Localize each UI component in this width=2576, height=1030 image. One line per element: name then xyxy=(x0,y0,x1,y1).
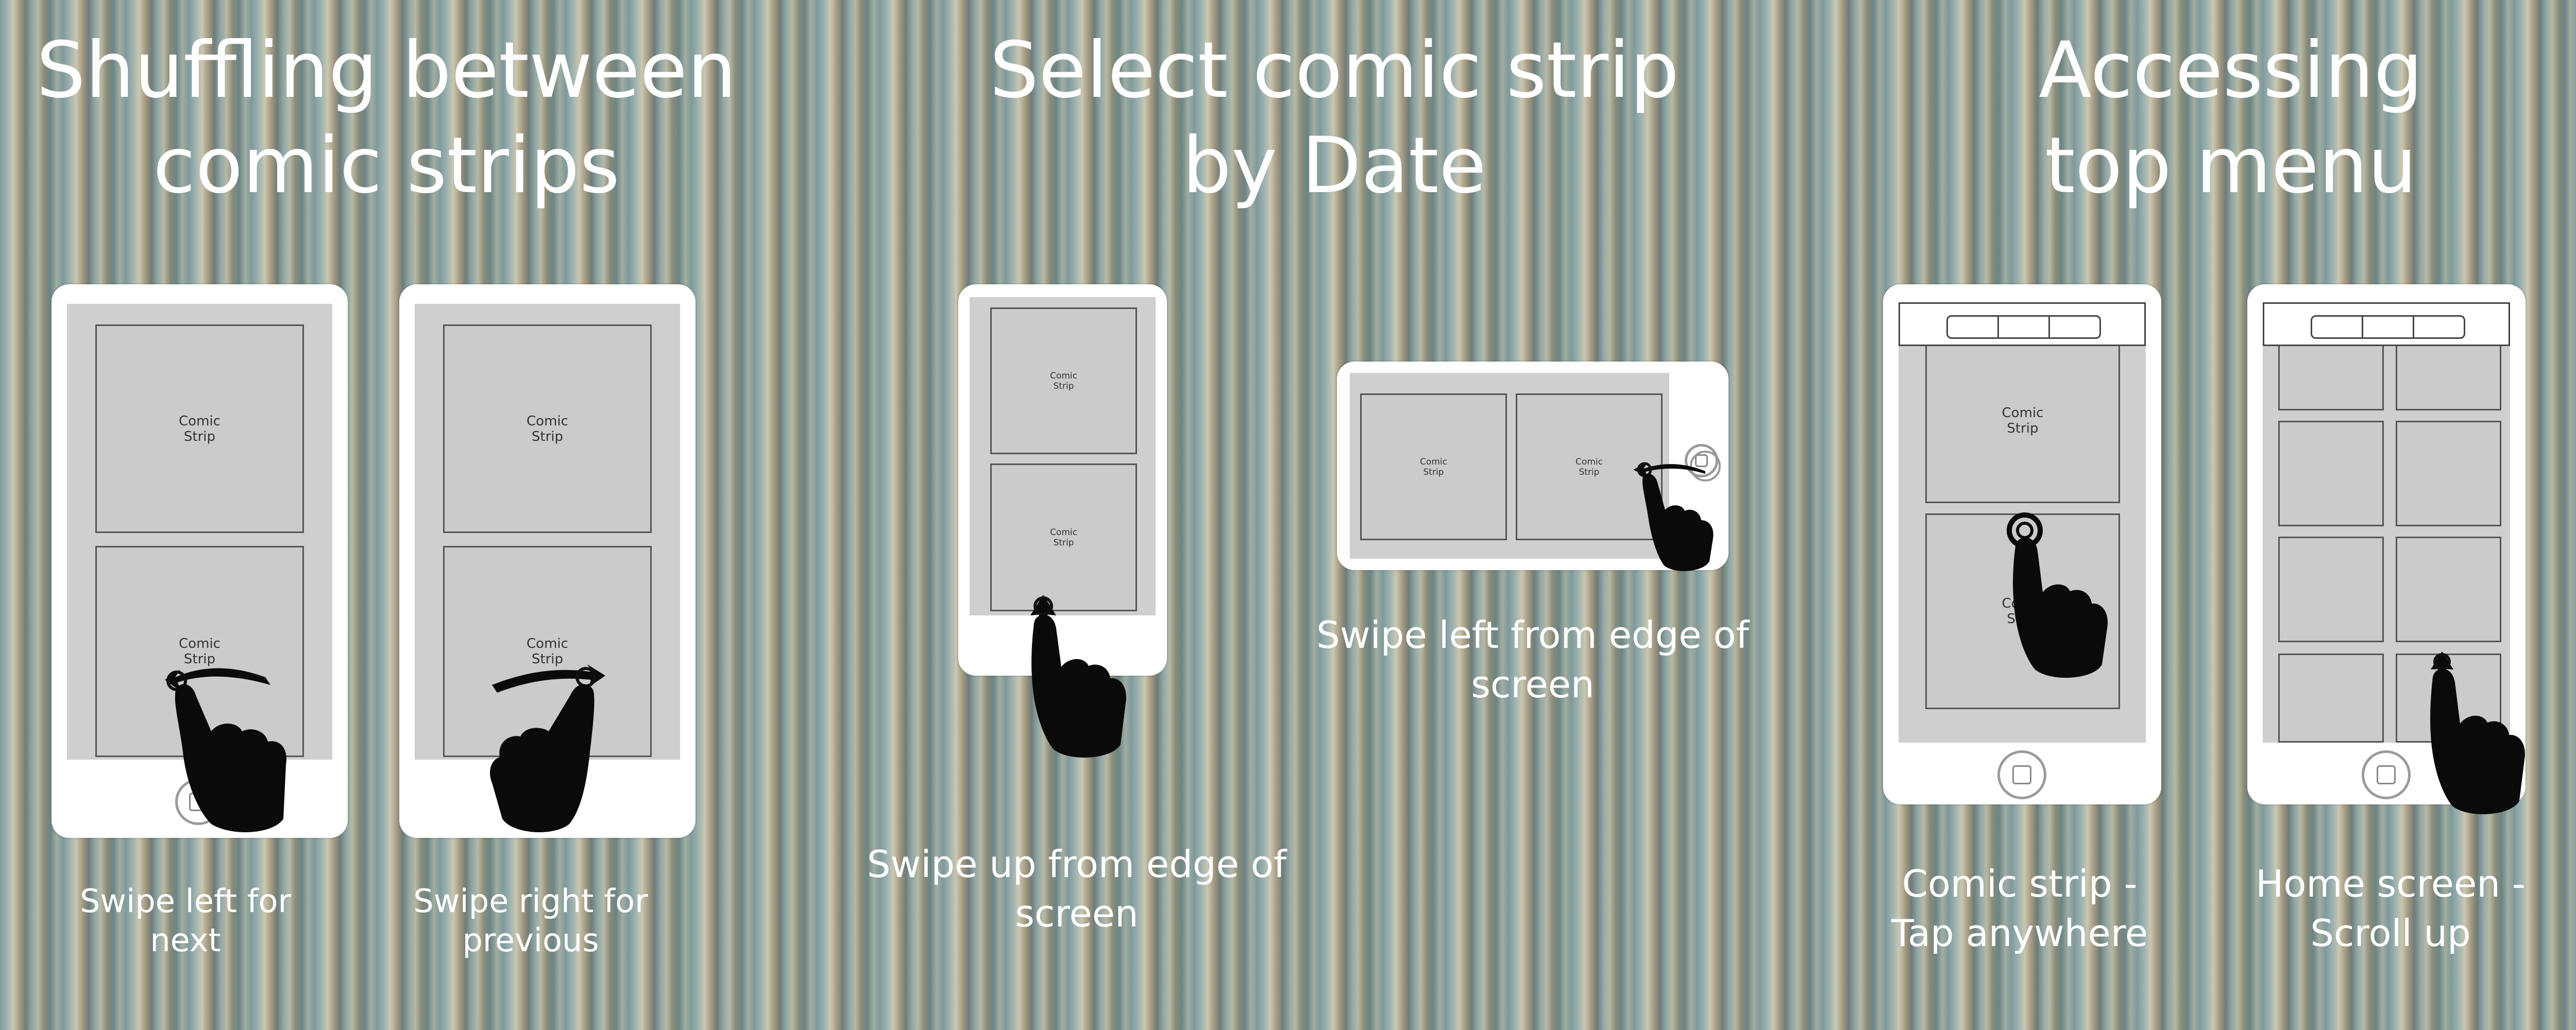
comic-strip: Comic Strip xyxy=(990,307,1137,454)
hand-scroll-up-icon xyxy=(2430,651,2525,815)
hand-swipe-left-edge-icon xyxy=(1633,451,1721,571)
home-button-icon xyxy=(1997,750,2046,799)
caption-swipe-left-edge: Swipe left from edge of screen xyxy=(1316,613,1749,706)
home-tile xyxy=(2396,421,2501,526)
top-menu-bar[interactable] xyxy=(1899,302,2146,346)
phone-screen: Comic Strip Comic Strip xyxy=(1350,373,1669,559)
comic-strip: Comic Strip xyxy=(443,324,652,533)
hand-tap-icon xyxy=(2007,512,2108,678)
caption-swipe-up-edge: Swipe up from edge of screen xyxy=(867,843,1287,935)
title-shuffling: Shuffling between comic strips xyxy=(36,26,737,211)
hand-swipe-left-icon xyxy=(165,668,286,833)
comic-strip: Comic Strip xyxy=(95,324,304,533)
hand-swipe-right-icon xyxy=(489,664,605,833)
home-tile xyxy=(2278,338,2384,410)
caption-home-scroll-up: Home screen - Scroll up xyxy=(2256,862,2526,955)
caption-swipe-right-previous: Swipe right for previous xyxy=(413,882,648,959)
comic-strip: Comic Strip xyxy=(1360,393,1507,540)
top-menu-bar[interactable] xyxy=(2263,302,2510,346)
home-tile xyxy=(2396,338,2501,410)
caption-comic-tap-anywhere: Comic strip - Tap anywhere xyxy=(1891,862,2148,955)
top-menu-tabs[interactable] xyxy=(2311,315,2465,339)
comic-strip: Comic Strip xyxy=(1925,338,2120,503)
title-top-menu: Accessing top menu xyxy=(2039,26,2423,211)
home-button-icon xyxy=(2362,750,2411,799)
home-tile xyxy=(2396,537,2501,642)
caption-swipe-left-next: Swipe left for next xyxy=(80,882,291,959)
home-tile xyxy=(2278,654,2384,743)
home-tile xyxy=(2278,421,2384,526)
phone-screen: Comic Strip Comic Strip xyxy=(970,297,1156,615)
hand-swipe-up-icon xyxy=(1030,595,1126,758)
home-tile xyxy=(2278,537,2384,642)
top-menu-tabs[interactable] xyxy=(1946,315,2101,339)
title-select-by-date: Select comic strip by Date xyxy=(989,26,1680,211)
